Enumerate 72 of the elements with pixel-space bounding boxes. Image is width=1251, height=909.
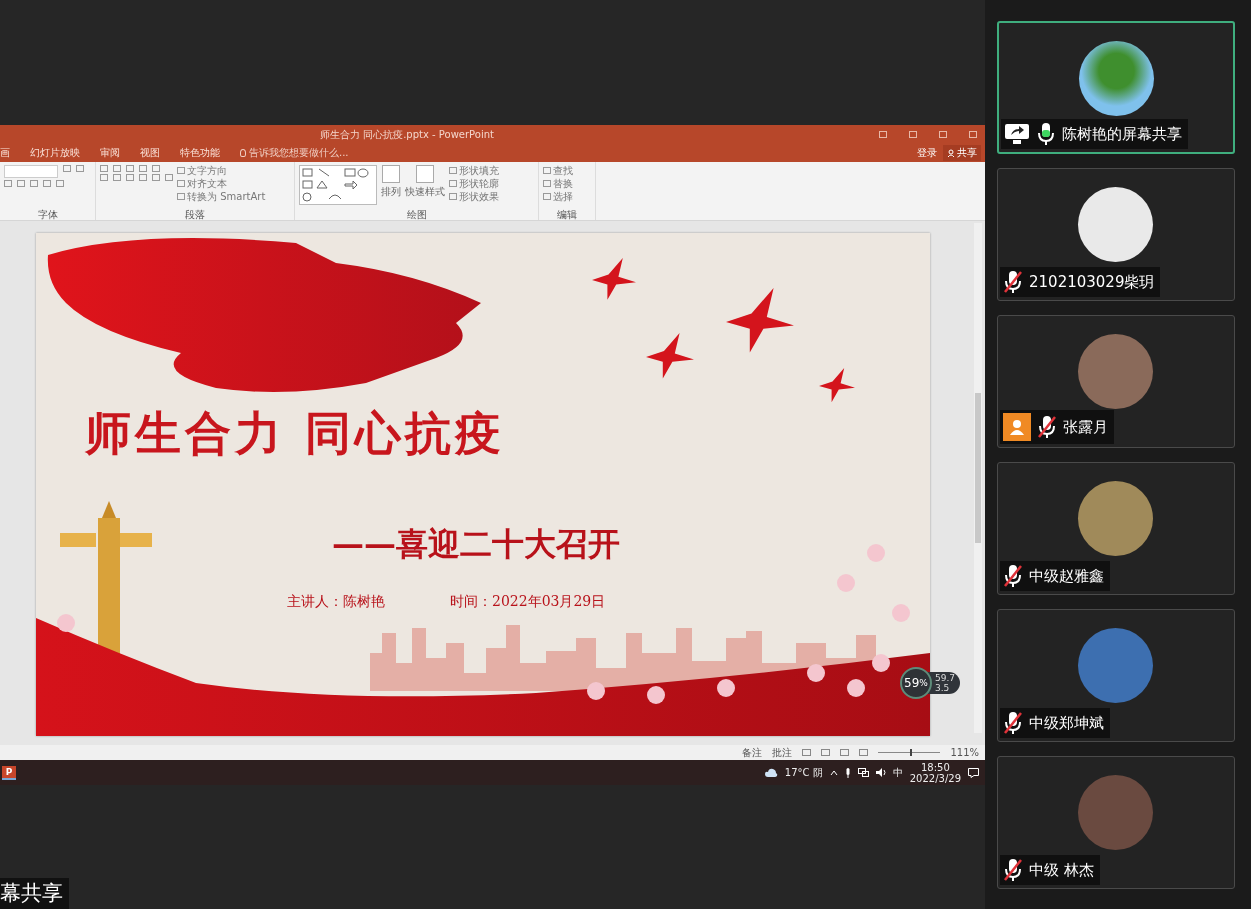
notification-icon[interactable] [968, 767, 979, 778]
ribbon-command[interactable]: 查找 [543, 164, 573, 176]
tell-me-search[interactable]: 告诉我您想要做什么... [240, 146, 349, 161]
zoom-thumb[interactable] [909, 749, 912, 756]
presenter-text: 主讲人：陈树艳 [287, 592, 385, 611]
group-label: 绘图 [405, 208, 428, 220]
date-text: 时间：2022年03月29日 [450, 592, 606, 611]
video-tile[interactable]: 中级郑坤斌 [997, 609, 1235, 742]
flower-drawing [57, 613, 75, 632]
font-size-field[interactable] [4, 164, 58, 178]
video-tile[interactable]: 2102103029柴玥 [997, 168, 1235, 301]
scrollbar-thumb[interactable] [975, 392, 981, 543]
ribbon-command[interactable]: 对齐文本 [177, 177, 266, 189]
sign-in-link[interactable]: 登录 [917, 146, 937, 161]
video-tile[interactable]: 中级 林杰 [997, 756, 1235, 889]
video-tile[interactable]: 中级赵雅鑫 [997, 462, 1235, 595]
participant-name: 2102103029柴玥 [1029, 272, 1155, 292]
ribbon-tab[interactable]: 视图 [140, 146, 160, 161]
participant-name: 陈树艳的屏幕共享 [1062, 124, 1182, 144]
weather-text[interactable]: 17°C 阴 [784, 765, 823, 780]
ribbon-tab[interactable]: 特色功能 [180, 146, 220, 161]
ribbon-command[interactable]: 转换为 SmartArt [177, 190, 266, 202]
person-icon [947, 149, 955, 158]
window-title: 师生合力 同心抗疫.pptx - PowerPoint [320, 128, 495, 142]
notes-button[interactable]: 备注 [742, 747, 763, 758]
flower-drawing [872, 653, 890, 672]
shapes-gallery[interactable] [299, 164, 377, 205]
chevron-up-icon[interactable] [829, 769, 838, 776]
flower-drawing [867, 543, 885, 562]
participant-name: 张露月 [1063, 417, 1108, 437]
ribbon-tab[interactable]: 审阅 [100, 146, 120, 161]
network-icon[interactable] [857, 768, 869, 777]
zoom-level[interactable]: 111% [950, 747, 979, 758]
flower-drawing [717, 678, 735, 697]
network-speed-panel: 59.7 3.5 [928, 671, 961, 694]
group-label: 字体 [36, 208, 59, 220]
ribbon-command[interactable]: 形状轮廓 [449, 177, 499, 189]
participant-name: 中级赵雅鑫 [1029, 566, 1104, 586]
speaker-icon[interactable] [875, 768, 886, 777]
participant-name: 中级 林杰 [1029, 860, 1094, 880]
flower-drawing [892, 603, 910, 622]
ribbon-command[interactable]: 文字方向 [177, 164, 266, 176]
group-label: 编辑 [556, 208, 578, 220]
share-caption: 幕共享 [0, 878, 69, 909]
flower-drawing [837, 573, 855, 592]
group-label: 段落 [184, 208, 206, 220]
flower-drawing [807, 663, 825, 682]
ribbon-tab[interactable]: 画 [0, 146, 10, 161]
comments-button[interactable]: 批注 [772, 747, 793, 758]
clock-time[interactable]: 18:50 [920, 761, 950, 773]
clock-date[interactable]: 2022/3/29 [909, 772, 961, 784]
input-method-indicator[interactable]: 中 [892, 765, 903, 780]
ribbon-command[interactable]: 形状填充 [449, 164, 499, 176]
slide-title: 师生合力 同心抗疫 [85, 404, 505, 462]
microphone-icon[interactable] [844, 767, 851, 778]
share-button[interactable]: 共享 [943, 145, 981, 162]
flower-drawing [587, 681, 605, 700]
cloud-icon[interactable] [764, 768, 778, 777]
ribbon-command[interactable]: 排列 [381, 164, 401, 209]
zoom-slider[interactable] [878, 749, 941, 756]
participant-name: 中级郑坤斌 [1029, 713, 1104, 733]
ribbon-command[interactable]: 形状效果 [449, 190, 499, 202]
ribbon-tab[interactable]: 幻灯片放映 [30, 146, 80, 161]
flower-drawing [647, 685, 665, 704]
taskbar-app-icon[interactable]: P [2, 765, 16, 780]
video-tile[interactable]: 张露月 [997, 315, 1235, 448]
flower-drawing [847, 678, 865, 697]
ribbon-command[interactable]: 选择 [543, 190, 573, 202]
ribbon-command[interactable]: 替换 [543, 177, 573, 189]
video-tile[interactable]: 陈树艳的屏幕共享 [997, 21, 1235, 154]
slide-subtitle: ——喜迎二十大召开 [332, 523, 620, 565]
ribbon-command[interactable]: 快速样式 [405, 164, 445, 209]
